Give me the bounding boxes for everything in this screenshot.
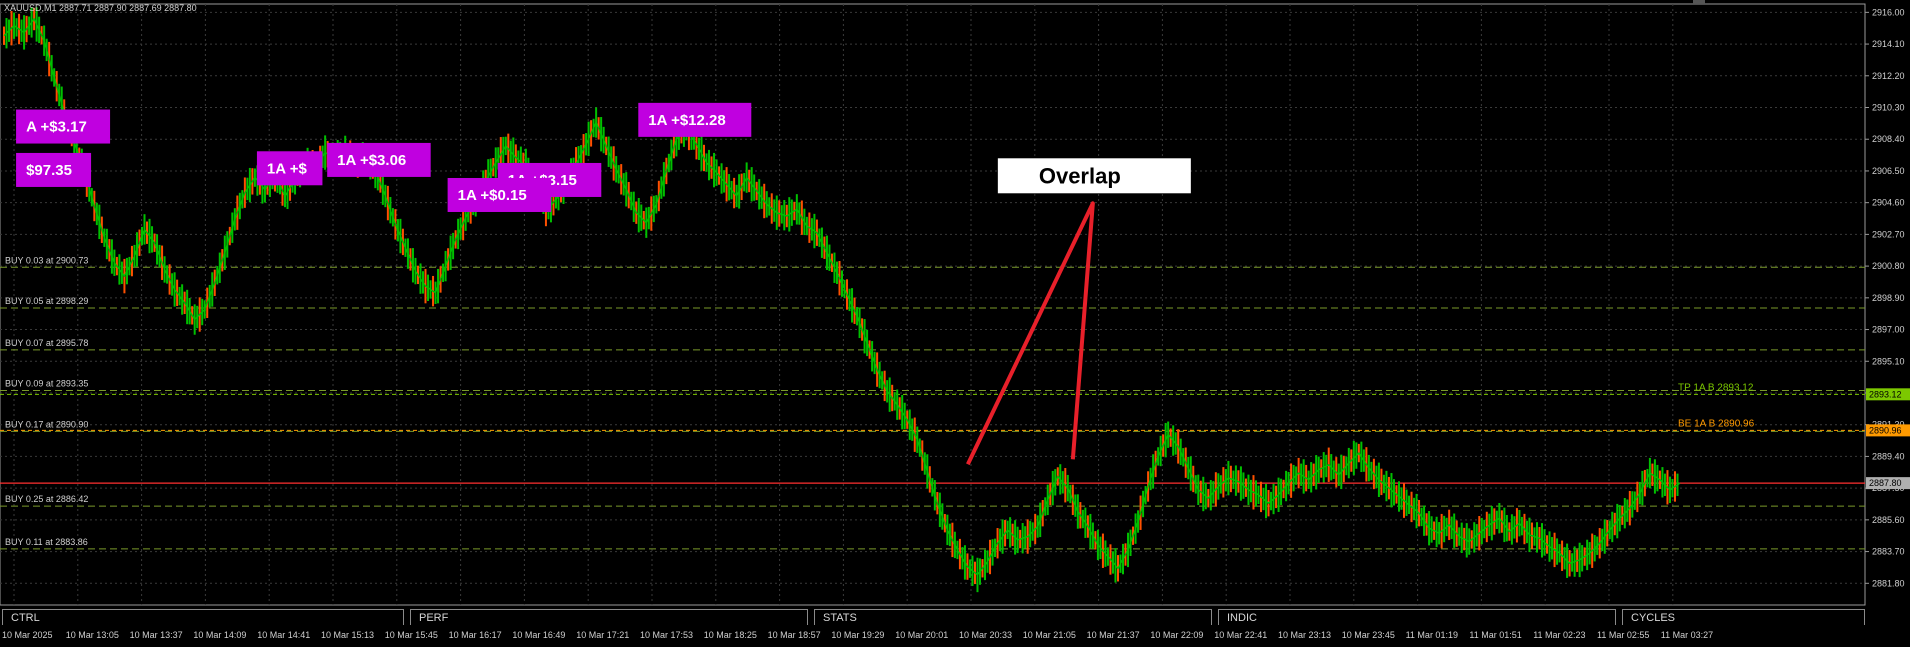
y-tick-label: 2889.40 xyxy=(1872,451,1905,461)
buy-level-label: BUY 0.25 at 2886.42 xyxy=(5,494,88,504)
y-tick-label: 2908.40 xyxy=(1872,134,1905,144)
x-tick-label: 10 Mar 18:57 xyxy=(768,630,821,640)
x-tick-label: 10 Mar 21:05 xyxy=(1023,630,1076,640)
x-tick-label: 10 Mar 20:33 xyxy=(959,630,1012,640)
trade-label-text: 1A +$0.15 xyxy=(458,187,527,204)
x-tick-label: 10 Mar 21:37 xyxy=(1087,630,1140,640)
price-chart[interactable]: 2916.00 2914.10 2912.20 2910.30 2908.40 2906.… xyxy=(0,0,1910,647)
buy-level-label: BUY 0.05 at 2898.29 xyxy=(5,296,88,306)
x-tick-label: 10 Mar 22:09 xyxy=(1150,630,1203,640)
y-tick-label: 2902.70 xyxy=(1872,229,1905,239)
y-tick-label: 2898.90 xyxy=(1872,293,1905,303)
scroll-marker[interactable] xyxy=(1693,0,1705,4)
x-tick-label: 10 Mar 23:13 xyxy=(1278,630,1331,640)
trade-label-text: 1A +$ xyxy=(267,160,308,177)
y-tick-label: 2881.80 xyxy=(1872,578,1905,588)
buy-level-label: BUY 0.09 at 2893.35 xyxy=(5,378,88,388)
tp-price-tag-text: 2893.12 xyxy=(1869,389,1902,399)
tab-stats[interactable]: STATS xyxy=(814,609,1212,625)
tab-ctrl[interactable]: CTRL xyxy=(2,609,404,625)
trade-label-text: 1A +$3.06 xyxy=(337,152,406,169)
buy-level-label: BUY 0.17 at 2890.90 xyxy=(5,419,88,429)
x-tick-label: 10 Mar 17:21 xyxy=(576,630,629,640)
tp-label: TP 1A B 2893.12 xyxy=(1678,382,1754,393)
x-tick-label: 10 Mar 23:45 xyxy=(1342,630,1395,640)
x-tick-label: 10 Mar 2025 xyxy=(2,630,53,640)
x-tick-label: 10 Mar 17:53 xyxy=(640,630,693,640)
x-tick-label: 11 Mar 02:55 xyxy=(1597,630,1649,640)
y-tick-label: 2897.00 xyxy=(1872,325,1905,335)
y-tick-label: 2910.30 xyxy=(1872,103,1905,113)
trade-label-text: A +$3.17 xyxy=(26,119,87,136)
x-tick-label: 11 Mar 01:19 xyxy=(1406,630,1458,640)
x-tick-label: 10 Mar 14:41 xyxy=(257,630,310,640)
plot-area xyxy=(0,3,1866,606)
y-tick-label: 2916.00 xyxy=(1872,7,1905,17)
x-tick-label: 10 Mar 14:09 xyxy=(193,630,246,640)
annotation-text: Overlap xyxy=(1039,163,1121,188)
trade-label-text: 1A +$12.28 xyxy=(648,112,725,129)
x-tick-label: 10 Mar 18:25 xyxy=(704,630,757,640)
trade-label-text: $97.35 xyxy=(26,162,72,179)
y-tick-label: 2895.10 xyxy=(1872,356,1905,366)
x-tick-label: 10 Mar 19:29 xyxy=(831,630,884,640)
x-tick-label: 11 Mar 03:27 xyxy=(1661,630,1713,640)
y-tick-label: 2883.70 xyxy=(1872,547,1905,557)
y-tick-label: 2912.20 xyxy=(1872,71,1905,81)
x-tick-label: 10 Mar 22:41 xyxy=(1214,630,1267,640)
buy-level-label: BUY 0.07 at 2895.78 xyxy=(5,338,88,348)
tab-indic[interactable]: INDIC xyxy=(1218,609,1616,625)
y-tick-label: 2914.10 xyxy=(1872,39,1905,49)
y-tick-label: 2885.60 xyxy=(1872,515,1905,525)
current-price-tag-text: 2887.80 xyxy=(1869,478,1902,488)
bottom-panel-tabs: CTRL PERF STATS INDIC CYCLES xyxy=(0,609,1865,627)
x-tick-label: 10 Mar 13:37 xyxy=(130,630,183,640)
tab-cycles[interactable]: CYCLES xyxy=(1622,609,1865,625)
x-tick-label: 11 Mar 01:51 xyxy=(1469,630,1521,640)
y-tick-label: 2906.50 xyxy=(1872,166,1905,176)
x-tick-label: 10 Mar 16:49 xyxy=(512,630,565,640)
buy-level-label: BUY 0.03 at 2900.73 xyxy=(5,255,88,265)
x-tick-label: 10 Mar 15:45 xyxy=(385,630,438,640)
be-label: BE 1A B 2890.96 xyxy=(1678,418,1755,429)
tab-perf[interactable]: PERF xyxy=(410,609,808,625)
y-tick-label: 2904.60 xyxy=(1872,198,1905,208)
x-tick-label: 11 Mar 02:23 xyxy=(1533,630,1585,640)
y-tick-label: 2900.80 xyxy=(1872,261,1905,271)
x-tick-label: 10 Mar 15:13 xyxy=(321,630,374,640)
symbol-info: XAUUSD,M1 2887.71 2887.90 2887.69 2887.8… xyxy=(4,3,197,13)
x-tick-label: 10 Mar 20:01 xyxy=(895,630,948,640)
be-price-tag-text: 2890.96 xyxy=(1869,425,1902,435)
x-tick-label: 10 Mar 13:05 xyxy=(66,630,119,640)
x-tick-label: 10 Mar 16:17 xyxy=(449,630,502,640)
buy-level-label: BUY 0.11 at 2883.86 xyxy=(5,537,88,547)
